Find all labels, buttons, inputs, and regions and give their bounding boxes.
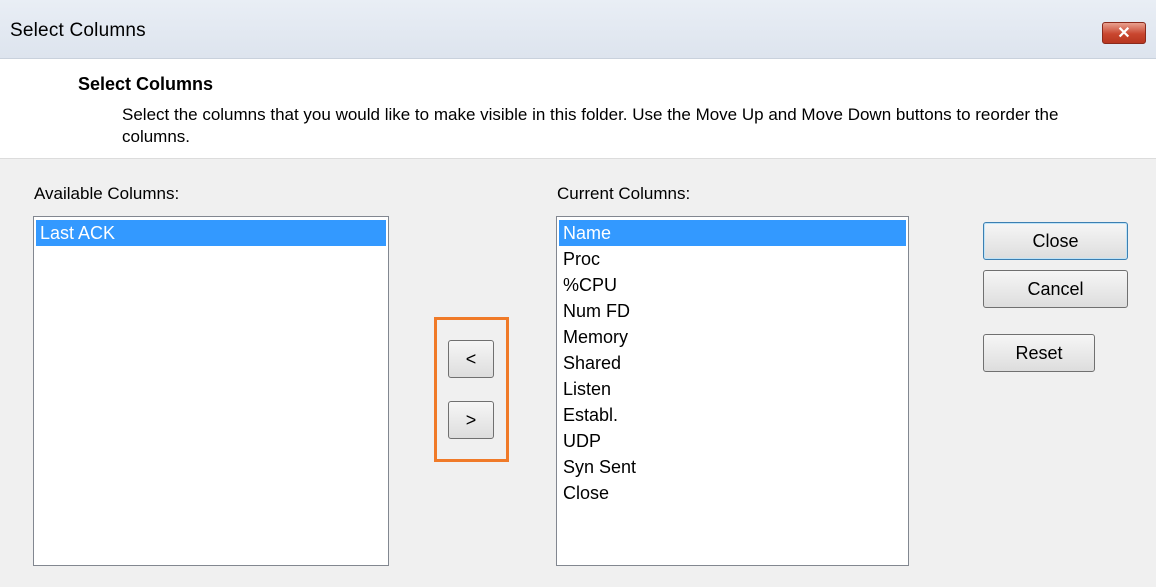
- close-icon: ✕: [1117, 25, 1131, 42]
- move-buttons-highlight: [434, 317, 509, 462]
- dialog-header: Select Columns Select the columns that y…: [0, 59, 1156, 159]
- list-item[interactable]: Num FD: [559, 298, 906, 324]
- header-title: Select Columns: [78, 74, 214, 94]
- list-item[interactable]: Last ACK: [36, 220, 386, 246]
- list-item[interactable]: Close: [559, 480, 906, 506]
- title-bar: Select Columns ✕: [0, 0, 1156, 59]
- list-item[interactable]: Proc: [559, 246, 906, 272]
- list-item[interactable]: %CPU: [559, 272, 906, 298]
- header-description: Select the columns that you would like t…: [122, 105, 1059, 146]
- available-columns-label: Available Columns:: [34, 184, 180, 203]
- list-item[interactable]: Shared: [559, 350, 906, 376]
- window-title: Select Columns: [10, 20, 146, 41]
- list-item[interactable]: Name: [559, 220, 906, 246]
- close-window-button[interactable]: ✕: [1102, 22, 1146, 44]
- list-item[interactable]: Listen: [559, 376, 906, 402]
- remove-column-button[interactable]: <: [448, 340, 494, 378]
- reset-button[interactable]: Reset: [983, 334, 1095, 372]
- current-columns-label: Current Columns:: [557, 184, 691, 203]
- list-item[interactable]: Memory: [559, 324, 906, 350]
- list-item[interactable]: Establ.: [559, 402, 906, 428]
- add-column-button[interactable]: >: [448, 401, 494, 439]
- list-item[interactable]: UDP: [559, 428, 906, 454]
- list-item[interactable]: Syn Sent: [559, 454, 906, 480]
- current-columns-list[interactable]: Name Proc %CPU Num FD Memory Shared List…: [556, 216, 909, 566]
- close-button[interactable]: Close: [983, 222, 1128, 260]
- available-columns-list[interactable]: Last ACK: [33, 216, 389, 566]
- cancel-button[interactable]: Cancel: [983, 270, 1128, 308]
